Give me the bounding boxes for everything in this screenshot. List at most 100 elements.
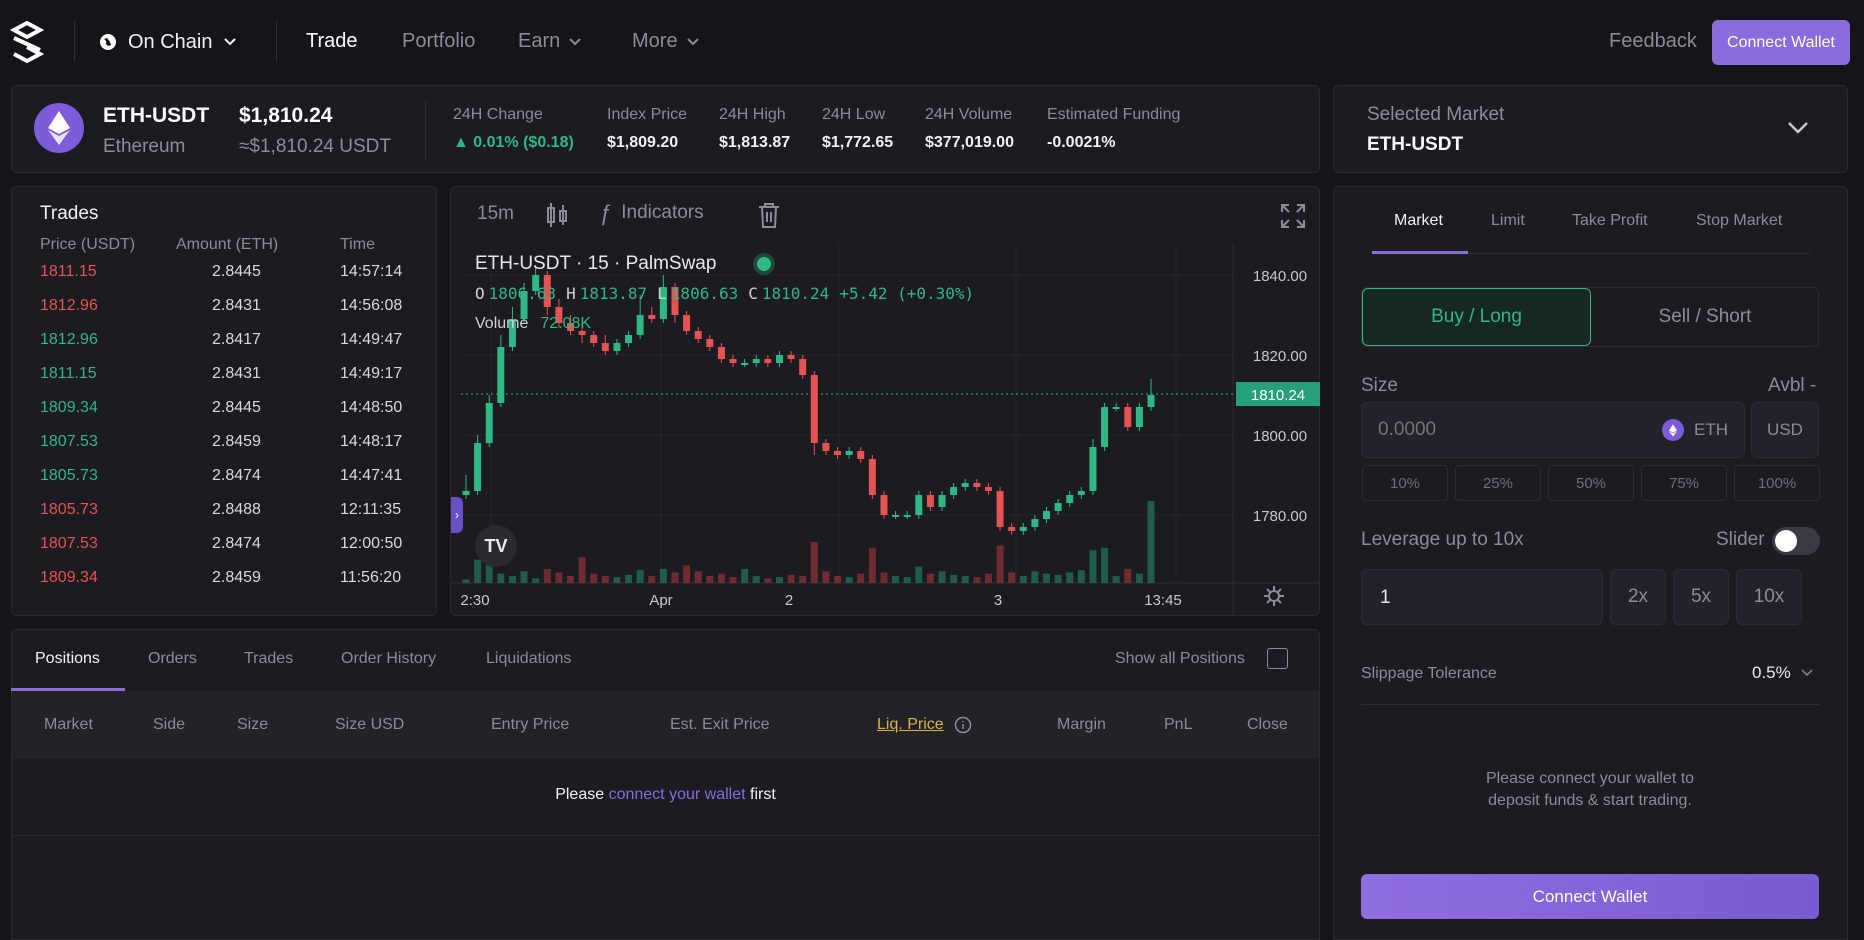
tab-positions[interactable]: Positions (35, 650, 100, 668)
tab-order-history[interactable]: Order History (341, 650, 436, 668)
nav-more[interactable]: More (632, 30, 700, 53)
expand-sidebar-handle[interactable]: › (451, 497, 463, 533)
trade-price: 1812.96 (40, 331, 98, 348)
tab-limit[interactable]: Limit (1491, 212, 1525, 230)
volume-bar (764, 578, 772, 583)
pct-50-button[interactable]: 50% (1548, 465, 1634, 501)
volume-bar (671, 572, 679, 583)
interval-selector[interactable]: 15m (477, 203, 514, 225)
feedback-link[interactable]: Feedback (1609, 30, 1697, 53)
trash-icon[interactable] (757, 201, 781, 229)
connect-wallet-button[interactable]: Connect Wallet (1712, 20, 1850, 65)
connect-wallet-link[interactable]: connect your wallet (609, 786, 746, 803)
chevron-down-icon (1801, 669, 1813, 677)
nav-earn[interactable]: Earn (518, 30, 582, 53)
volume-bar (508, 575, 516, 583)
candle-body (729, 359, 737, 363)
trades-title: Trades (40, 203, 99, 224)
tab-trades[interactable]: Trades (244, 650, 293, 668)
chevron-down-icon (1788, 122, 1808, 134)
candle-body (1043, 511, 1051, 519)
tab-liquidations[interactable]: Liquidations (486, 650, 571, 668)
show-all-positions-checkbox[interactable] (1267, 648, 1288, 669)
candle-body (683, 315, 691, 331)
trade-amount: 2.8445 (212, 263, 261, 280)
leverage-5x-button[interactable]: 5x (1673, 569, 1729, 625)
tab-take-profit[interactable]: Take Profit (1572, 212, 1648, 230)
volume-bar (601, 575, 609, 583)
indicators-label: Indicators (621, 202, 704, 223)
candle-body (1019, 527, 1027, 531)
stat-label: 24H Volume (925, 106, 1013, 123)
positions-panel (11, 629, 1320, 940)
show-all-positions-label: Show all Positions (1115, 650, 1245, 667)
buy-long-button[interactable]: Buy / Long (1362, 288, 1591, 346)
trade-row: 1807.53 2.8474 12:00:50 (12, 526, 442, 560)
leverage-10x-button[interactable]: 10x (1736, 569, 1802, 625)
trade-price: 1807.53 (40, 535, 98, 552)
volume-label: Volume (475, 315, 529, 332)
trade-time: 14:57:14 (340, 263, 403, 280)
stat-24h-low: $1,772.65 (822, 134, 894, 151)
selected-market-dropdown[interactable]: Selected Market ETH-USDT (1333, 85, 1848, 173)
fullscreen-icon[interactable] (1280, 203, 1306, 229)
candle-body (462, 491, 470, 495)
nav-trade[interactable]: Trade (306, 30, 358, 53)
volume-bar (1008, 572, 1016, 583)
volume-bar (625, 574, 633, 583)
pct-10-button[interactable]: 10% (1362, 465, 1448, 501)
palmswap-logo-icon[interactable] (10, 20, 44, 64)
pct-100-button[interactable]: 100% (1734, 465, 1820, 501)
volume-bar (775, 577, 783, 583)
usd-toggle[interactable]: USD (1751, 402, 1819, 458)
candle-body (1147, 395, 1155, 407)
size-label: Size (1361, 375, 1398, 396)
trade-time: 14:47:41 (340, 467, 403, 484)
tab-market[interactable]: Market (1394, 212, 1443, 230)
chain-selector[interactable]: On Chain (98, 28, 237, 56)
leverage-2x-button[interactable]: 2x (1610, 569, 1666, 625)
candle-body (903, 515, 911, 517)
volume-bar (1054, 574, 1062, 583)
candle-body (1031, 519, 1039, 527)
tab-stop-market[interactable]: Stop Market (1696, 212, 1782, 230)
leverage-input[interactable]: 1 (1380, 587, 1391, 609)
trade-time: 14:49:47 (340, 331, 403, 348)
pct-25-button[interactable]: 25% (1455, 465, 1541, 501)
candle-body (984, 487, 992, 491)
trade-time: 12:11:35 (340, 501, 402, 518)
volume-bar (799, 575, 807, 583)
slider-toggle[interactable] (1772, 527, 1820, 555)
volume-bar (543, 568, 551, 583)
sell-short-button[interactable]: Sell / Short (1592, 288, 1818, 346)
candlestick-type-icon[interactable] (545, 201, 569, 229)
column-liq-price[interactable]: Liq. Price (877, 716, 944, 734)
candle-body (961, 483, 969, 487)
trade-row: 1809.34 2.8445 14:48:50 (12, 390, 442, 424)
pct-75-button[interactable]: 75% (1641, 465, 1727, 501)
volume-bar (706, 575, 714, 583)
ethereum-logo-icon (34, 103, 84, 153)
connect-wallet-order-button[interactable]: Connect Wallet (1361, 874, 1819, 919)
volume-bar (741, 568, 749, 583)
info-icon[interactable] (954, 716, 972, 734)
indicators-button[interactable]: ƒ Indicators (599, 200, 704, 226)
column-market: Market (44, 716, 93, 733)
trade-row: 1812.96 2.8417 14:49:47 (12, 322, 442, 356)
volume-bar (868, 547, 876, 583)
eth-token-icon (1662, 419, 1684, 441)
slippage-selector[interactable]: 0.5% (1752, 663, 1813, 683)
price-tick-label: 1840.00 (1253, 268, 1307, 285)
trade-price: 1811.15 (40, 365, 97, 382)
candle-body (868, 459, 876, 495)
volume-bar (810, 542, 818, 583)
trade-amount: 2.8474 (212, 467, 261, 484)
size-input[interactable] (1378, 416, 1628, 444)
tab-orders[interactable]: Orders (148, 650, 197, 668)
volume-bar (532, 578, 540, 583)
tradingview-logo-icon[interactable]: TV (475, 525, 517, 567)
candle-body (1066, 495, 1074, 503)
nav-portfolio[interactable]: Portfolio (402, 30, 475, 53)
settings-icon[interactable] (1263, 585, 1285, 607)
volume-bar (578, 557, 586, 583)
